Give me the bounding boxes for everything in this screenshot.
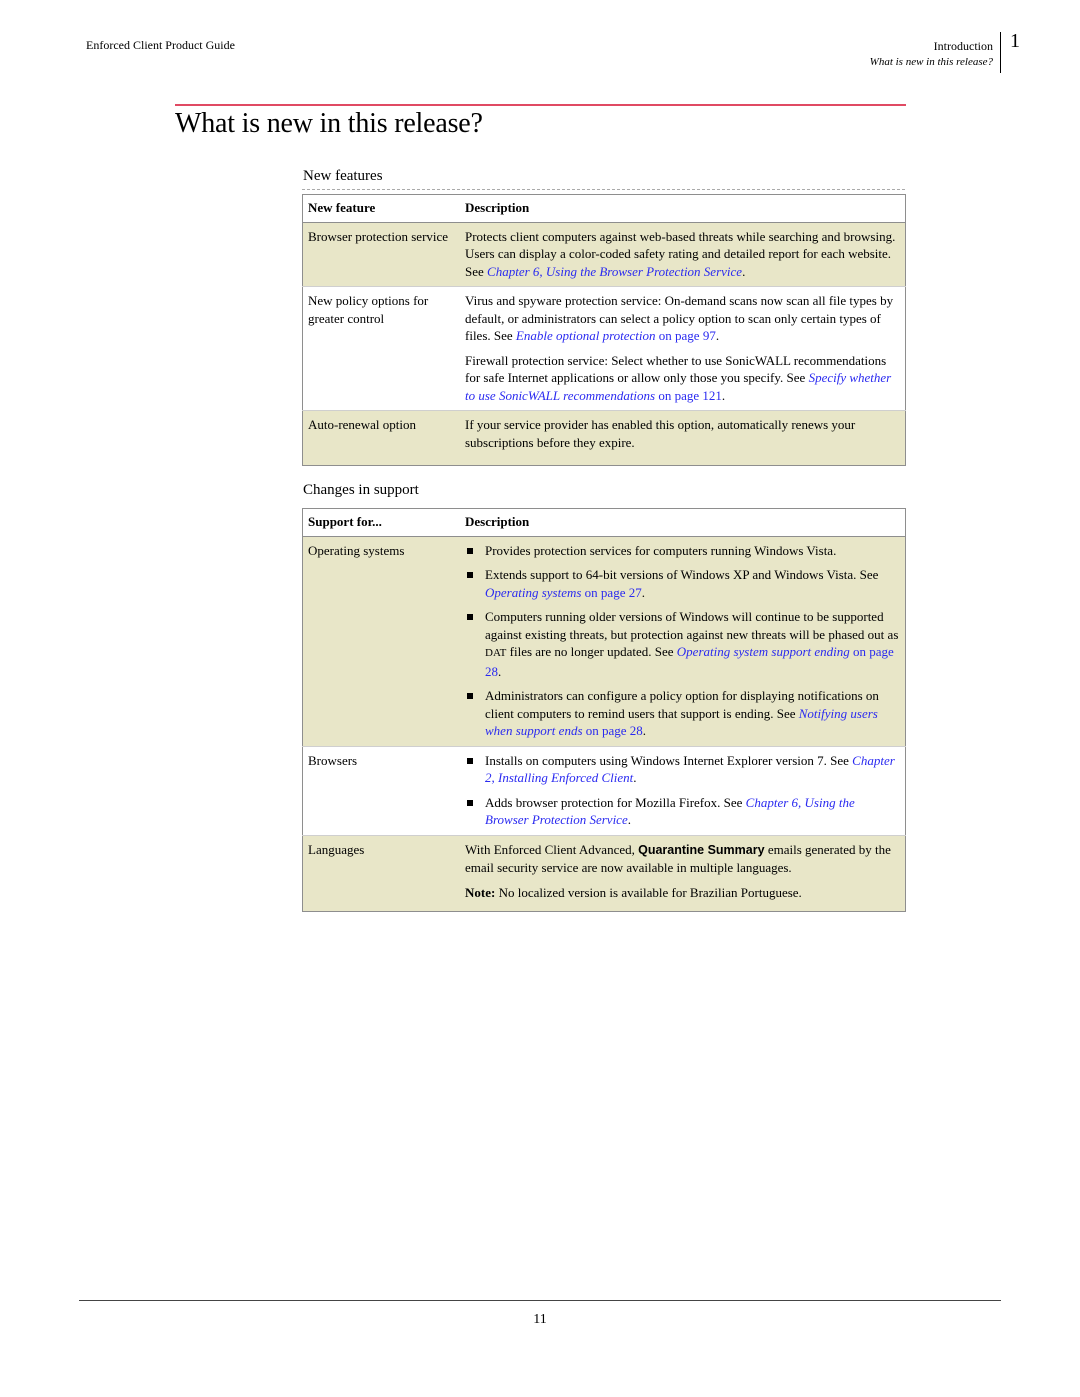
operating-systems-link[interactable]: Operating systems — [485, 585, 581, 600]
feature-description: Protects client computers against web-ba… — [460, 222, 906, 287]
square-bullet-icon — [467, 614, 473, 620]
column-header: New feature — [302, 194, 460, 223]
new-features-table: New feature Description Browser protecti… — [302, 194, 906, 466]
list-item: Administrators can configure a policy op… — [465, 687, 900, 740]
dat-term: DAT — [485, 647, 507, 659]
description-text: With Enforced Client Advanced, — [465, 841, 639, 857]
square-bullet-icon — [467, 693, 473, 699]
note-label: Note: — [465, 884, 496, 900]
feature-name: New policy options for greater control — [302, 286, 460, 411]
note-text: No localized version is available for Br… — [495, 884, 802, 900]
punctuation: . — [742, 263, 746, 279]
changes-in-support-table: Support for... Description Operating sys… — [302, 508, 906, 912]
feature-description: If your service provider has enabled thi… — [460, 410, 906, 466]
square-bullet-icon — [467, 757, 473, 764]
table-header-row: New feature Description — [302, 194, 906, 223]
column-header: Description — [460, 194, 906, 223]
page-reference-link[interactable]: on page 97 — [656, 328, 716, 343]
bullet-list: Provides protection services for compute… — [465, 542, 900, 740]
feature-description: Virus and spyware protection service: On… — [460, 286, 906, 411]
title-rule — [175, 104, 906, 106]
table-row: New policy options for greater control V… — [302, 286, 906, 411]
bullet-list: Installs on computers using Windows Inte… — [465, 752, 900, 829]
punctuation: . — [641, 584, 645, 600]
changes-in-support-heading: Changes in support — [303, 482, 419, 498]
square-bullet-icon — [467, 547, 473, 554]
page-reference-link[interactable]: on page 28 — [583, 723, 643, 738]
punctuation: . — [633, 770, 637, 785]
description-text: If your service provider has enabled thi… — [465, 417, 856, 450]
os-support-ending-link[interactable]: Operating system support ending — [677, 644, 850, 659]
punctuation: . — [498, 663, 502, 679]
page-title: What is new in this release? — [175, 108, 483, 139]
quarantine-summary-term: Quarantine Summary — [638, 842, 765, 857]
section-name: What is new in this release? — [869, 56, 993, 68]
page-reference-link[interactable]: on page 121 — [655, 388, 722, 403]
feature-name: Auto-renewal option — [302, 410, 460, 466]
list-item: Installs on computers using Windows Inte… — [465, 752, 900, 787]
bullet-text: Extends support to 64-bit versions of Wi… — [485, 567, 879, 582]
column-header: Description — [460, 508, 906, 537]
chapter-number: 1 — [1010, 30, 1020, 52]
table-row: Operating systems Provides protection se… — [302, 536, 906, 746]
square-bullet-icon — [467, 799, 473, 806]
punctuation: . — [627, 812, 631, 827]
list-item: Adds browser protection for Mozilla Fire… — [465, 794, 900, 829]
column-header: Support for... — [302, 508, 460, 537]
chapter-name: Introduction — [933, 39, 993, 53]
page-number: 11 — [533, 1312, 547, 1327]
support-category: Browsers — [302, 745, 460, 835]
support-description: Installs on computers using Windows Inte… — [460, 745, 906, 835]
new-features-heading: New features — [303, 168, 383, 184]
support-category: Languages — [302, 834, 460, 912]
feature-name: Browser protection service — [302, 222, 460, 287]
punctuation: . — [721, 387, 726, 403]
bullet-text: Installs on computers using Windows Inte… — [485, 752, 853, 768]
running-header: Introduction What is new in this release… — [870, 38, 993, 70]
table-row: Auto-renewal option If your service prov… — [302, 410, 906, 466]
bullet-text: files are no longer updated. See — [506, 644, 677, 659]
support-description: Provides protection services for compute… — [460, 536, 906, 746]
punctuation: . — [715, 328, 720, 343]
support-category: Operating systems — [302, 536, 460, 746]
footer-rule — [79, 1300, 1001, 1301]
support-description: With Enforced Client Advanced, Quarantin… — [460, 834, 906, 912]
punctuation: . — [642, 723, 647, 738]
bullet-text: Provides protection services for compute… — [485, 542, 837, 558]
section-divider — [302, 189, 905, 190]
list-item: Extends support to 64-bit versions of Wi… — [465, 566, 900, 601]
document-title: Enforced Client Product Guide — [86, 38, 235, 52]
header-divider — [1000, 32, 1001, 73]
list-item: Provides protection services for compute… — [465, 542, 900, 560]
chapter-6-link[interactable]: Chapter 6, Using the Browser Protection … — [487, 264, 742, 279]
table-header-row: Support for... Description — [302, 508, 906, 537]
enable-optional-protection-link[interactable]: Enable optional protection — [516, 328, 656, 343]
square-bullet-icon — [467, 572, 473, 578]
list-item: Computers running older versions of Wind… — [465, 608, 900, 680]
table-row: Browser protection service Protects clie… — [302, 222, 906, 287]
table-row: Languages With Enforced Client Advanced,… — [302, 834, 906, 912]
bullet-text: Computers running older versions of Wind… — [485, 609, 899, 642]
bullet-text: Adds browser protection for Mozilla Fire… — [485, 794, 746, 810]
page-reference-link[interactable]: on page 27 — [581, 585, 642, 600]
table-row: Browsers Installs on computers using Win… — [302, 745, 906, 835]
